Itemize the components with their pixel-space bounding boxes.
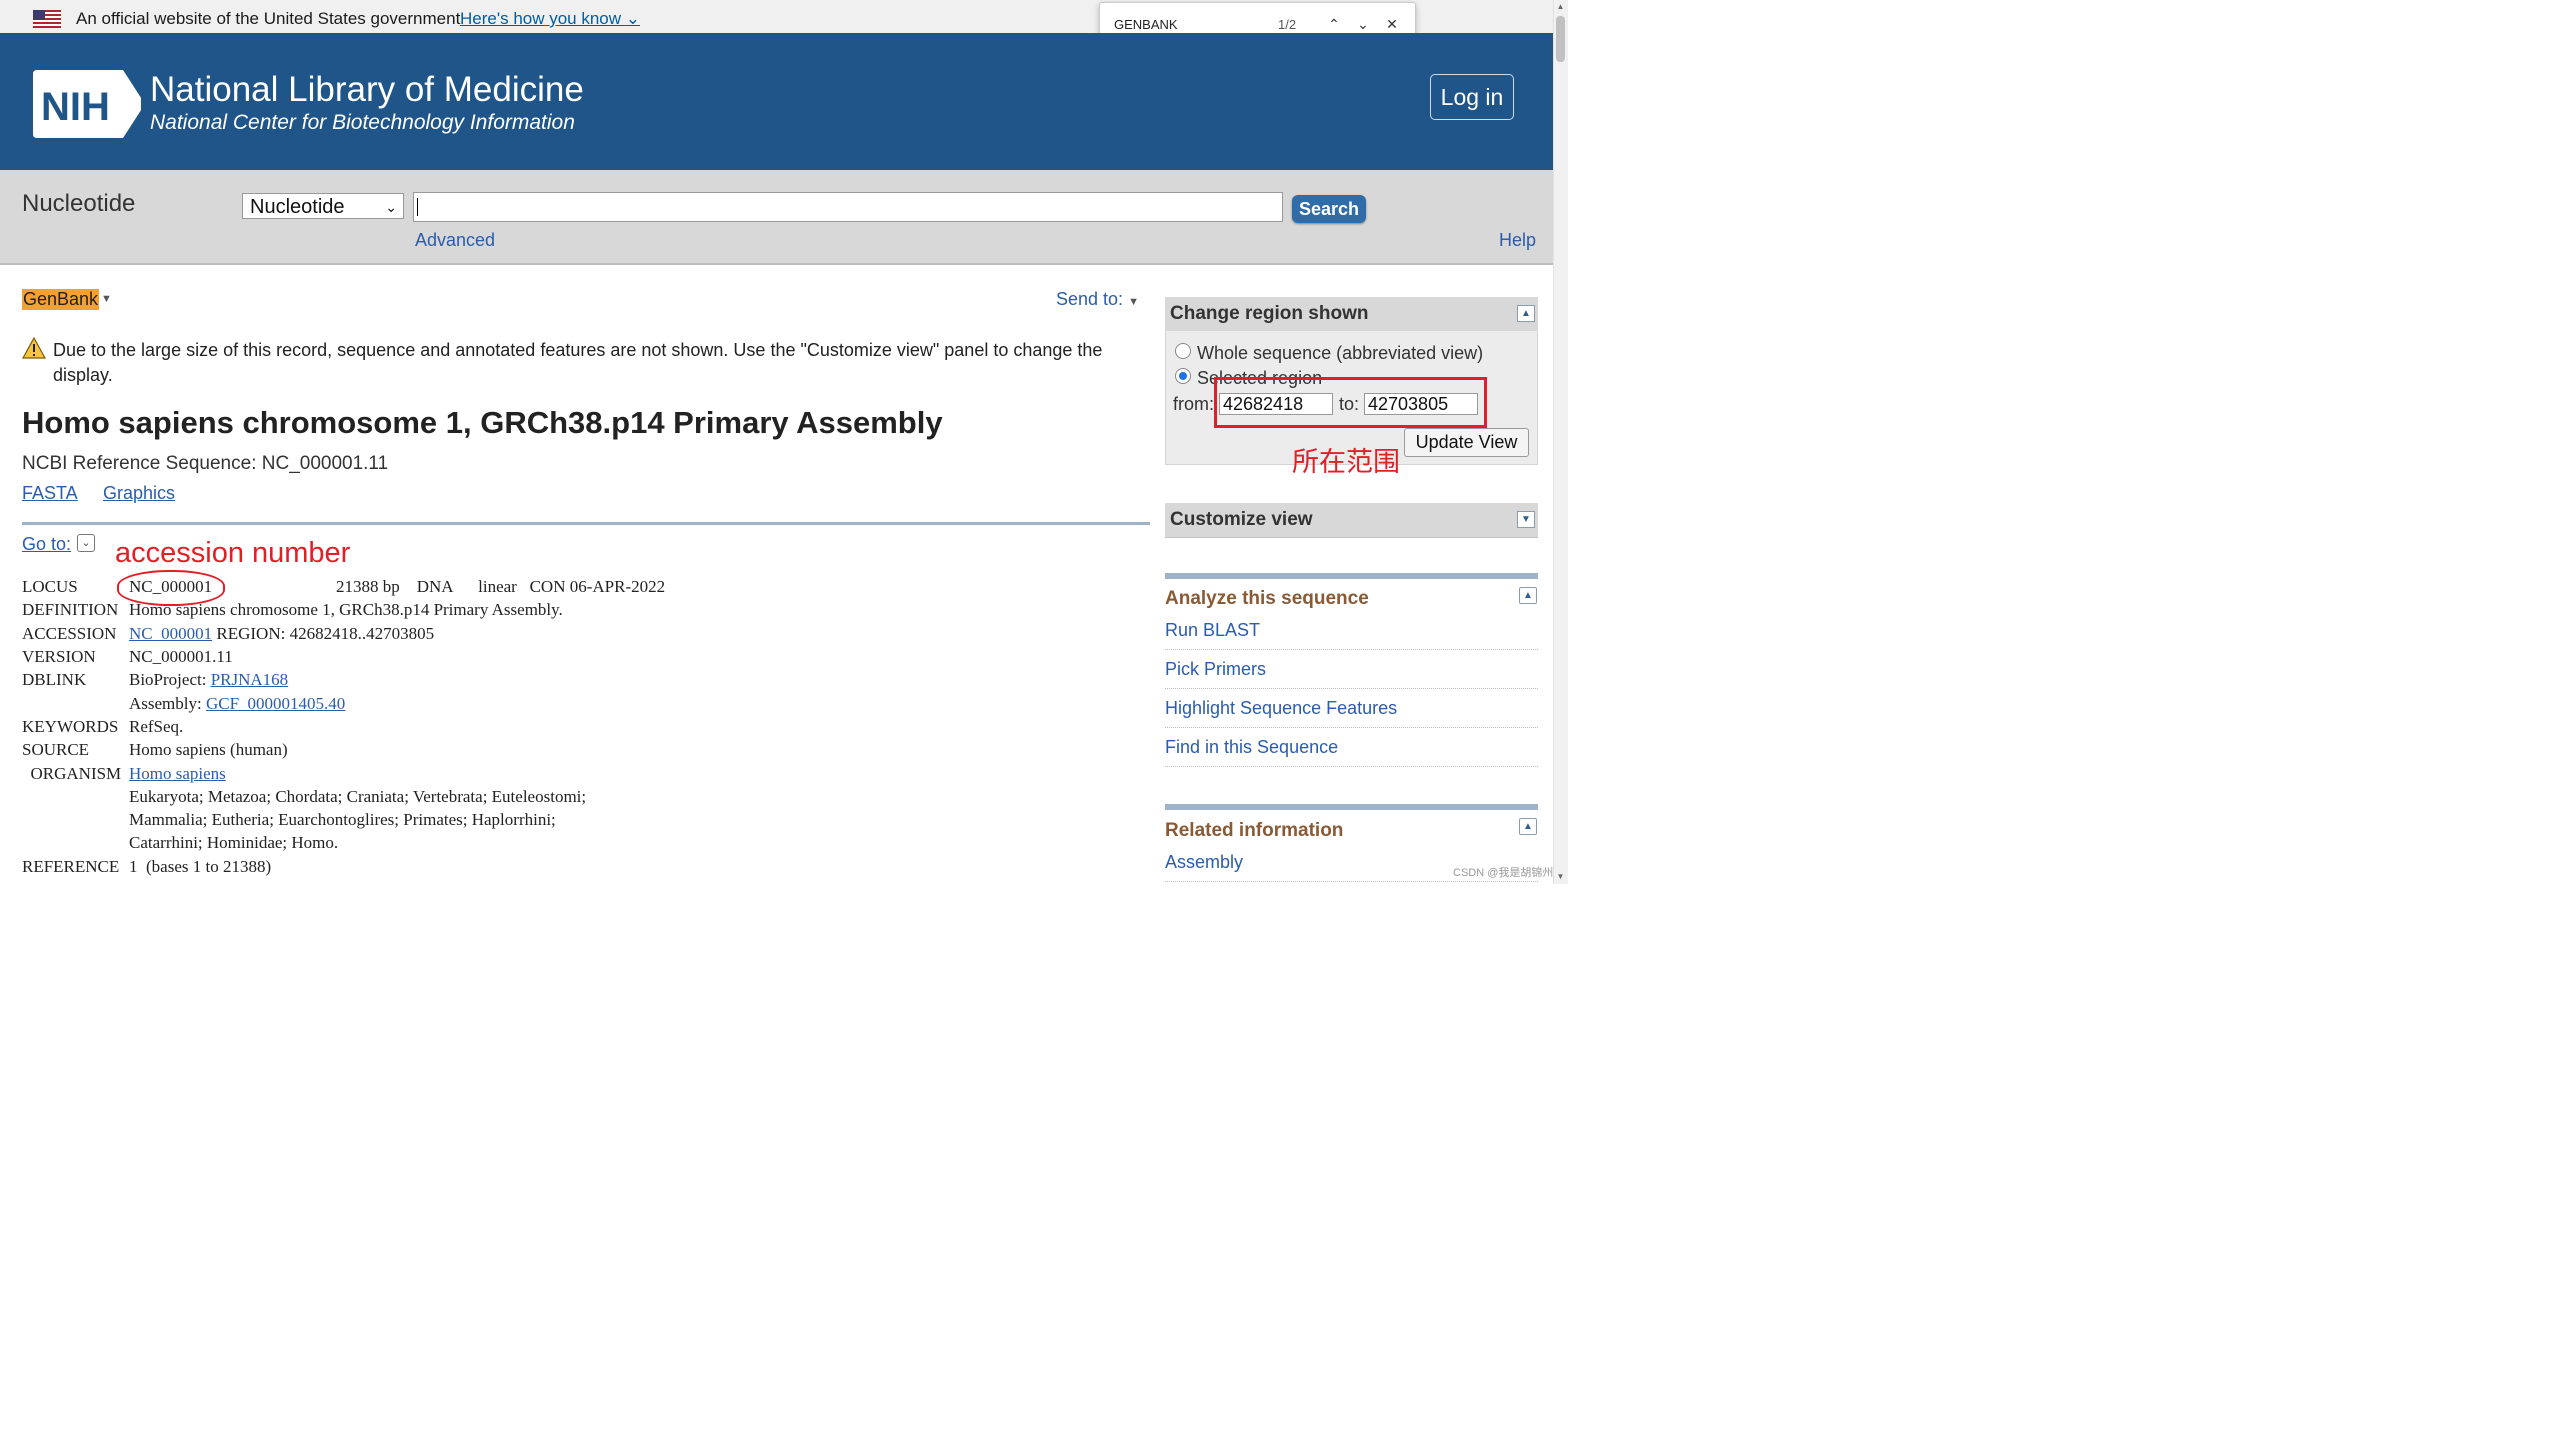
bioproject-line: BioProject: PRJNA168: [129, 670, 289, 689]
analyze-section-title: Analyze this sequence: [1165, 588, 1369, 609]
whole-sequence-radio[interactable]: [1175, 343, 1191, 359]
search-input[interactable]: [413, 192, 1283, 222]
definition-key: DEFINITION: [22, 600, 119, 619]
refseq-id: NCBI Reference Sequence: NC_000001.11: [22, 453, 389, 474]
scroll-up-icon[interactable]: ▲: [1553, 0, 1568, 14]
ncbi-subtitle[interactable]: National Center for Biotechnology Inform…: [150, 111, 575, 135]
source-key: SOURCE: [22, 740, 90, 759]
taxonomy-line: Mammalia; Eutheria; Euarchontoglires; Pr…: [129, 810, 556, 829]
text-caret: [417, 198, 418, 216]
dblink-key: DBLINK: [22, 670, 87, 689]
divider: [22, 522, 1150, 525]
fasta-link[interactable]: FASTA: [22, 483, 78, 504]
accession-link[interactable]: NC_000001: [129, 624, 212, 643]
organism-value: Homo sapiens: [129, 764, 226, 784]
selected-region-radio[interactable]: [1175, 368, 1191, 384]
customize-view-header[interactable]: Customize view ▼: [1165, 503, 1538, 538]
related-section-title: Related information: [1165, 820, 1344, 841]
taxonomy-line: Eukaryota; Metazoa; Chordata; Craniata; …: [129, 787, 587, 806]
pick-primers-link[interactable]: Pick Primers: [1165, 659, 1538, 689]
gov-banner-text: An official website of the United States…: [76, 9, 461, 28]
version-key: VERSION: [22, 647, 96, 666]
find-query-input[interactable]: GENBANK: [1114, 17, 1178, 32]
reference-value: 1 (bases 1 to 21388): [129, 857, 272, 876]
goto-link[interactable]: Go to:: [22, 534, 71, 555]
caret-down-icon: ▼: [1128, 296, 1139, 308]
accession-key: ACCESSION: [22, 624, 117, 643]
find-match-count: 1/2: [1278, 17, 1297, 32]
collapse-up-icon[interactable]: ▲: [1519, 587, 1537, 604]
record-title: Homo sapiens chromosome 1, GRCh38.p14 Pr…: [22, 405, 943, 440]
find-in-sequence-link[interactable]: Find in this Sequence: [1165, 737, 1538, 767]
warning-icon: [22, 337, 46, 359]
organism-link[interactable]: Homo sapiens: [129, 764, 226, 783]
whole-sequence-label: Whole sequence (abbreviated view): [1197, 343, 1484, 363]
advanced-search-link[interactable]: Advanced: [415, 230, 495, 251]
format-selector[interactable]: GenBank: [22, 289, 100, 310]
bioproject-link[interactable]: PRJNA168: [211, 670, 288, 689]
watermark: CSDN @我是胡锦州: [1453, 867, 1554, 879]
locus-details: 21388 bp DNA linear CON 06-APR-2022: [336, 577, 666, 596]
page-scrollbar[interactable]: [1553, 0, 1568, 884]
chevron-down-icon: ⌄: [625, 9, 641, 28]
us-flag-icon: [33, 10, 61, 28]
scroll-down-icon[interactable]: ▼: [1553, 870, 1568, 884]
change-region-title: Change region shown: [1170, 303, 1369, 324]
login-button[interactable]: Log in: [1430, 74, 1514, 120]
section-divider: [1165, 804, 1538, 810]
keywords-key: KEYWORDS: [22, 717, 119, 736]
database-select[interactable]: Nucleotide ⌄: [242, 193, 404, 219]
run-blast-link[interactable]: Run BLAST: [1165, 620, 1538, 650]
accession-annotation: accession number: [115, 537, 351, 569]
heres-how-you-know-link[interactable]: Here's how you know ⌄: [460, 9, 640, 29]
highlight-features-link[interactable]: Highlight Sequence Features: [1165, 698, 1538, 728]
locus-key: LOCUS: [22, 577, 78, 596]
organism-key: ORGANISM: [22, 764, 122, 783]
chevron-down-icon[interactable]: ⌄: [77, 534, 95, 552]
change-region-header[interactable]: Change region shown ▲: [1165, 297, 1538, 332]
send-to-menu[interactable]: Send to: ▼: [1056, 289, 1139, 310]
caret-down-icon[interactable]: ▼: [101, 293, 112, 305]
collapse-up-icon[interactable]: ▲: [1517, 305, 1535, 322]
database-title: Nucleotide: [22, 190, 136, 217]
large-record-warning: Due to the large size of this record, se…: [53, 340, 1103, 385]
nlm-title[interactable]: National Library of Medicine: [150, 70, 584, 110]
from-label: from:: [1173, 394, 1215, 414]
help-link[interactable]: Help: [1499, 230, 1536, 251]
section-divider: [1165, 573, 1538, 579]
nih-logo-icon[interactable]: NIH: [33, 70, 141, 138]
chevron-down-icon: ⌄: [385, 199, 397, 215]
accession-value: NC_000001 REGION: 42682418..42703805: [129, 624, 435, 643]
assembly-line: Assembly: GCF_000001405.40: [129, 694, 346, 713]
region-highlight-box: [1214, 377, 1487, 428]
definition-value: Homo sapiens chromosome 1, GRCh38.p14 Pr…: [129, 600, 563, 619]
graphics-link[interactable]: Graphics: [103, 483, 175, 504]
svg-text:NIH: NIH: [41, 85, 110, 129]
source-value: Homo sapiens (human): [129, 740, 288, 759]
keywords-value: RefSeq.: [129, 717, 184, 736]
version-value: NC_000001.11: [129, 647, 233, 666]
search-button[interactable]: Search: [1292, 195, 1366, 223]
customize-view-title: Customize view: [1170, 509, 1313, 530]
collapse-up-icon[interactable]: ▲: [1519, 818, 1537, 835]
expand-down-icon[interactable]: ▼: [1517, 511, 1535, 528]
region-annotation: 所在范围: [1292, 447, 1400, 477]
reference-key: REFERENCE: [22, 857, 120, 876]
assembly-accession-link[interactable]: GCF_000001405.40: [206, 694, 345, 713]
update-view-button[interactable]: Update View: [1404, 428, 1529, 457]
taxonomy-line: Catarrhini; Hominidae; Homo.: [129, 833, 339, 852]
scroll-thumb[interactable]: [1556, 16, 1565, 62]
